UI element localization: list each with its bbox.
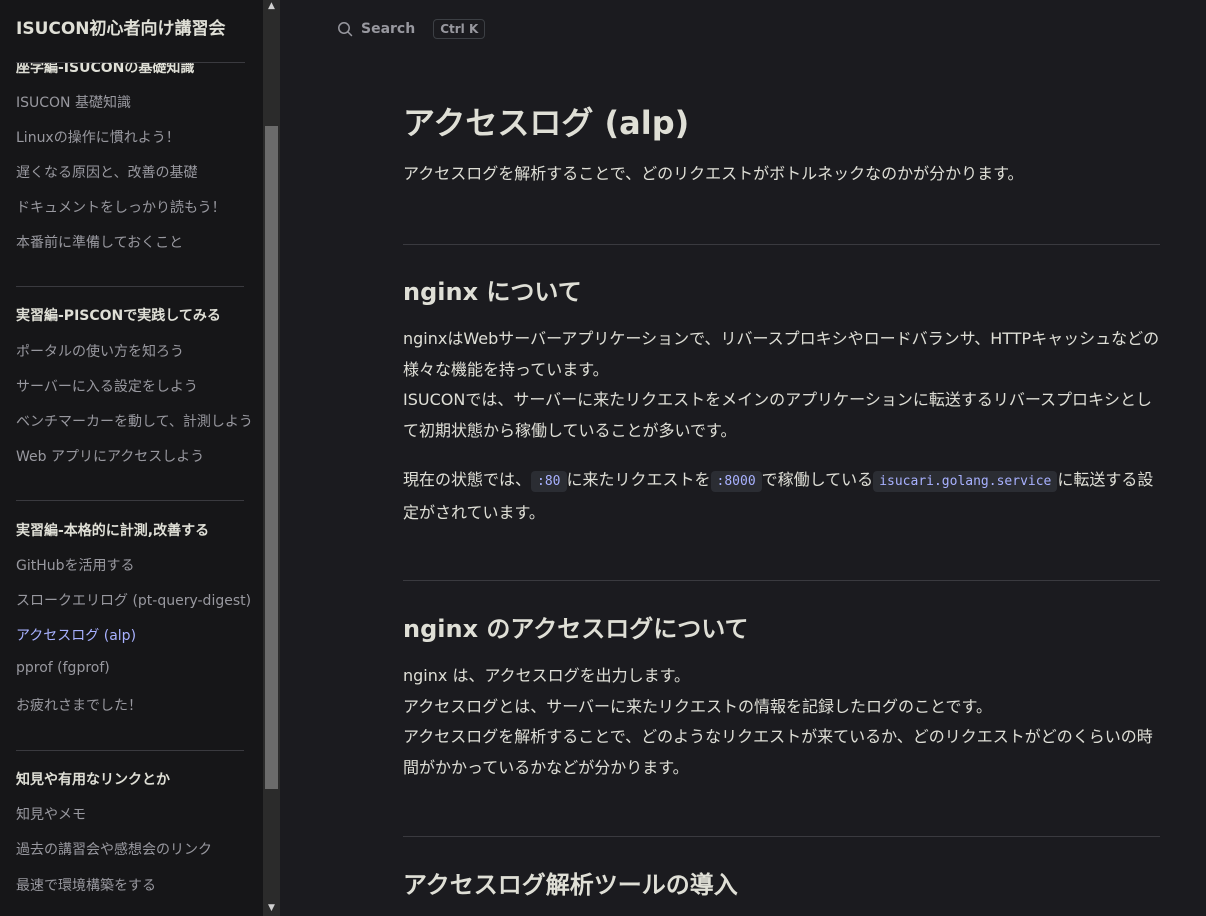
section-divider [403, 580, 1160, 581]
sidebar-item[interactable]: 遅くなる原因と、改善の基礎 [16, 162, 197, 182]
sidebar-group-title: 実習編-本格的に計測,改善する [16, 523, 210, 539]
sidebar-item[interactable]: サーバーに入る設定をしよう [16, 376, 198, 396]
inline-code: isucari.golang.service [873, 471, 1058, 492]
sidebar-item[interactable]: お疲れさまでした！ [16, 695, 142, 715]
inline-code: :80 [531, 471, 567, 492]
paragraph: アクセスログとは、サーバーに来たリクエストの情報を記録したログのことです。 [403, 697, 992, 716]
sidebar-item[interactable]: GitHubを活用する [16, 555, 135, 575]
scroll-up-arrow-icon[interactable]: ▲ [266, 0, 277, 12]
sidebar-divider [16, 500, 244, 501]
site-title[interactable]: ISUCON初心者向け講習会 [16, 14, 226, 39]
section-heading[interactable]: nginx について [403, 272, 582, 307]
sidebar-item[interactable]: pprof (fgprof) [16, 660, 110, 676]
inline-code: :8000 [710, 471, 762, 492]
sidebar: 座学編-ISUCONの基礎知識 ISUCON 基礎知識 Linuxの操作に慣れよ… [0, 0, 263, 916]
sidebar-item[interactable]: ベンチマーカーを動して、計測しよう [16, 411, 253, 431]
paragraph: nginxはWebサーバーアプリケーションで、リバースプロキシやロードバランサ、… [403, 329, 1160, 379]
scroll-thumb[interactable] [265, 126, 278, 789]
sidebar-divider [16, 286, 244, 287]
text: で稼働している [761, 470, 874, 489]
title-divider [16, 62, 245, 63]
search-shortcut: Ctrl K [433, 19, 486, 39]
sidebar-group-title: 実習編-PISCONで実践してみる [16, 308, 221, 324]
sidebar-item[interactable]: 最速で環境構築をする [16, 875, 156, 895]
sidebar-item[interactable]: 本番前に準備しておくこと [16, 232, 183, 252]
sidebar-item[interactable]: Linuxの操作に慣れよう！ [16, 127, 180, 147]
search-button[interactable]: Search Ctrl K [337, 16, 486, 42]
paragraph: ISUCONでは、サーバーに来たリクエストをメインのアプリケーションに転送するリ… [403, 390, 1153, 440]
sidebar-item[interactable]: スロークエリログ (pt-query-digest) [16, 590, 251, 610]
section-divider [403, 244, 1160, 245]
section-heading[interactable]: アクセスログ解析ツールの導入 [403, 865, 738, 900]
sidebar-item[interactable]: 知見やメモ [16, 804, 86, 824]
scroll-down-arrow-icon[interactable]: ▼ [266, 902, 277, 914]
section-divider [403, 836, 1160, 837]
sidebar-item[interactable]: 過去の講習会や感想会のリンク [16, 839, 212, 859]
section-heading[interactable]: nginx のアクセスログについて [403, 609, 749, 644]
sidebar-group-title: 知見や有用なリンクとか [16, 772, 170, 788]
sidebar-item[interactable]: ポータルの使い方を知ろう [16, 341, 184, 361]
search-icon [338, 22, 353, 37]
paragraph: アクセスログを解析することで、どのようなリクエストが来ているか、どのリクエストが… [403, 727, 1153, 777]
sidebar-divider [16, 750, 244, 751]
sidebar-item-active[interactable]: アクセスログ (alp) [16, 625, 136, 645]
main-content: Search Ctrl K アクセスログ (alp) アクセスログを解析すること… [280, 0, 1206, 916]
sidebar-item[interactable]: ISUCON 基礎知識 [16, 92, 131, 112]
page-title: アクセスログ (alp) [403, 104, 690, 142]
intro-paragraph: アクセスログを解析することで、どのリクエストがボトルネックなのかが分かります。 [403, 164, 1024, 183]
sidebar-item[interactable]: ドキュメントをしっかり読もう！ [16, 197, 226, 217]
text: に来たリクエストを [566, 470, 711, 489]
paragraph: 現在の状態では、:80 に来たリクエストを:8000 で稼働している isucari.… [403, 464, 1160, 528]
search-label: Search [361, 21, 416, 37]
paragraph: nginx は、アクセスログを出力します。 [403, 666, 691, 685]
sidebar-item[interactable]: Web アプリにアクセスしよう [16, 446, 204, 466]
sidebar-scrollbar[interactable]: ▲ ▼ [263, 0, 280, 916]
text: 現在の状態では、 [403, 470, 532, 489]
